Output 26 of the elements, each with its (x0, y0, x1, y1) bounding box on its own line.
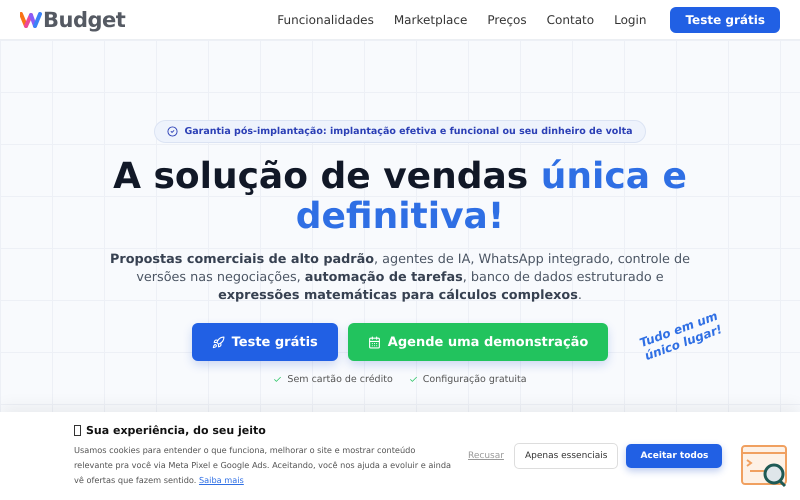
check-icon (273, 375, 282, 384)
cookie-text: Usamos cookies para entender o que funciona, melhorar o site e mostrar conteúdo relevante pra você via Meta Pixel e Google Ads. Aceitando, você nos ajuda a evoluir e ainda vê ofertas que fazem sentido. Saiba mais (74, 444, 452, 487)
nav-link[interactable]: Marketplace (394, 12, 468, 26)
nav-link[interactable]: Funcionalidades (277, 12, 374, 26)
learn-more-link[interactable]: Saiba mais (198, 475, 244, 485)
nav-link[interactable]: Preços (487, 12, 527, 26)
logo-icon (20, 12, 42, 28)
perk-text: Sem cartão de crédito (287, 374, 393, 385)
check-circle-icon (167, 126, 178, 137)
headline: A solução de vendas única e definitiva! (112, 157, 688, 237)
calendar-icon (368, 336, 381, 348)
missing-glyph-icon (74, 425, 81, 436)
check-icon (408, 375, 418, 384)
nav-link[interactable]: Login (614, 12, 646, 26)
nav-link[interactable]: Contato (546, 12, 594, 26)
header-cta-button[interactable]: Teste grátis (670, 6, 780, 32)
rocket-icon (212, 336, 225, 348)
perk-text: Configuração gratuita (422, 374, 527, 385)
badge-text: Garantia pós-implantação: implantação efetiva e funcional ou seu dinheiro de volta (184, 126, 633, 137)
trial-button[interactable]: Teste grátis (192, 323, 338, 361)
accept-button[interactable]: Aceitar todos (626, 444, 722, 468)
description: Propostas comerciais de alto padrão, agentes de IA, WhatsApp integrado, controle de versões nas negociações, automação de tarefas, banco de dados estruturado e expressões matemáticas para cálculos complexos. (110, 251, 690, 305)
help-search-icon[interactable] (740, 444, 790, 488)
cookie-title: Sua experiência, do seu jeito (86, 424, 266, 437)
logo-text[interactable]: Budget (43, 8, 126, 32)
essentials-button[interactable]: Apenas essenciais (514, 443, 618, 469)
